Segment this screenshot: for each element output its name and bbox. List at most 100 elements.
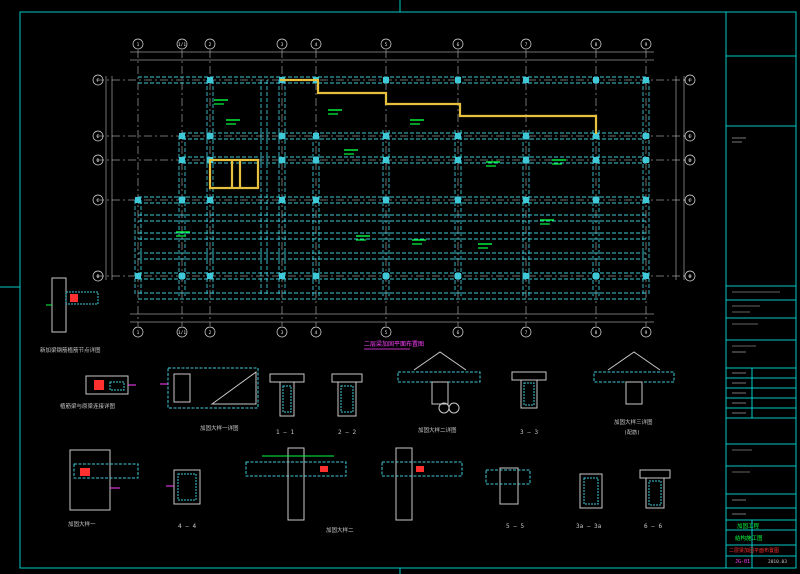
column [207, 197, 213, 203]
detail-node-2 [245, 447, 347, 521]
column [643, 157, 649, 163]
section-1-1-label: 1 — 1 [276, 429, 294, 436]
drawing-number-text: JG-01 [735, 559, 750, 565]
detail-reinforce-3 [593, 351, 675, 405]
column [643, 133, 649, 139]
detail-connection [85, 375, 136, 395]
column [455, 197, 461, 203]
axis-label-x: 1/1 [178, 330, 186, 336]
column [179, 273, 185, 279]
column [207, 273, 213, 279]
column [207, 77, 213, 83]
column [523, 157, 529, 163]
axis-label-y: E [97, 134, 100, 140]
axis-label-x: 1/1 [178, 42, 186, 48]
axis-label-y: C [97, 198, 100, 204]
section-2-2-label: 2 — 2 [338, 429, 356, 436]
axis-label-x: 4 [315, 330, 318, 336]
new-beams [208, 78, 598, 190]
detail-joint-left [46, 277, 99, 333]
section-4-4-label: 4 — 4 [178, 523, 196, 530]
detail-node-1 [69, 449, 139, 511]
column [593, 273, 599, 279]
column [455, 157, 461, 163]
floor-plan: 1 1 1/1 1/1 2 2 3 3 4 4 5 5 6 6 7 7 8 8 9 9 F F E E D D C C B B 二层梁加固… [92, 38, 696, 350]
axis-label-x: 9 [645, 42, 648, 48]
column [383, 157, 389, 163]
plan-caption: 二层梁加固平面布置图 [364, 340, 424, 348]
column [313, 133, 319, 139]
axis-label-x: 3 [281, 330, 284, 336]
axis-label-x: 7 [525, 42, 528, 48]
column [523, 77, 529, 83]
plan-axis-bubbles: 1 1 1/1 1/1 2 2 3 3 4 4 5 5 6 6 7 7 8 8 9 9 F F E E D D C C B B [92, 38, 696, 338]
axis-label-x: 6 [457, 42, 460, 48]
column [383, 77, 389, 83]
column [313, 157, 319, 163]
section-5-5-label: 5 — 5 [506, 523, 524, 530]
section-1-1-drawing [269, 373, 305, 417]
column [455, 133, 461, 139]
column [135, 197, 141, 203]
column [279, 197, 285, 203]
column [383, 133, 389, 139]
detail-7-caption: 加固大样二 [326, 526, 354, 534]
axis-label-x: 4 [315, 42, 318, 48]
axis-label-x: 7 [525, 330, 528, 336]
column [523, 273, 529, 279]
column [593, 157, 599, 163]
column [279, 273, 285, 279]
column [179, 133, 185, 139]
axis-label-y: F [97, 78, 100, 84]
column [179, 157, 185, 163]
detail-1-caption: 新加梁钢筋植筋节点详图 [40, 346, 101, 354]
column [383, 197, 389, 203]
axis-label-x: 9 [645, 330, 648, 336]
detail-5-caption: 加固大样三详图 [614, 418, 653, 426]
axis-label-y: F [689, 78, 692, 84]
column [383, 273, 389, 279]
axis-label-x: 2 [209, 42, 212, 48]
axis-label-x: 1 [137, 42, 140, 48]
section-6-6-drawing [639, 469, 671, 509]
axis-label-y: E [689, 134, 692, 140]
column [593, 197, 599, 203]
drawing-title-text: 二层梁加固平面布置图 [729, 547, 779, 554]
section-3a-3a-drawing [579, 473, 603, 509]
section-2-2-drawing [331, 373, 363, 417]
column [179, 197, 185, 203]
detail-4-caption: 加固大样二详图 [418, 426, 457, 434]
column [313, 273, 319, 279]
axis-label-y: D [97, 158, 100, 164]
column [313, 197, 319, 203]
column [643, 77, 649, 83]
column [523, 133, 529, 139]
axis-label-y: B [97, 274, 100, 280]
detail-reinforce-2 [397, 351, 481, 414]
column [593, 77, 599, 83]
axis-label-y: B [689, 274, 692, 280]
title-block: 加固工程 结构施工图 二层梁加固平面布置图 JG-01 2010.03 [725, 11, 797, 569]
section-5-5-drawing [485, 467, 531, 505]
column [279, 133, 285, 139]
column [455, 273, 461, 279]
axis-label-x: 3 [281, 42, 284, 48]
detail-reinforce-1 [160, 367, 259, 409]
details-area: 新加梁钢筋植筋节点详图 植筋梁与原梁连接详图 加固大样一详图 1 — 1 2 —… [40, 277, 675, 534]
detail-3-caption: 加固大样一详图 [200, 424, 239, 432]
drawing-date-text: 2010.03 [768, 559, 787, 565]
project-name-text: 加固工程 [737, 522, 760, 530]
detail-6-caption: 加固大样一 [68, 520, 96, 528]
axis-label-x: 8 [595, 330, 598, 336]
axis-label-x: 8 [595, 42, 598, 48]
axis-label-y: D [689, 158, 692, 164]
axis-label-x: 2 [209, 330, 212, 336]
cad-drawing: 加固工程 结构施工图 二层梁加固平面布置图 JG-01 2010.03 1 1 1/… [0, 0, 797, 574]
section-3a-3a-label: 3a — 3a [576, 523, 602, 530]
axis-label-x: 1 [137, 330, 140, 336]
column [643, 197, 649, 203]
axis-label-x: 6 [457, 330, 460, 336]
drawing-stage-text: 结构施工图 [735, 534, 763, 542]
column [207, 133, 213, 139]
axis-label-x: 5 [385, 330, 388, 336]
